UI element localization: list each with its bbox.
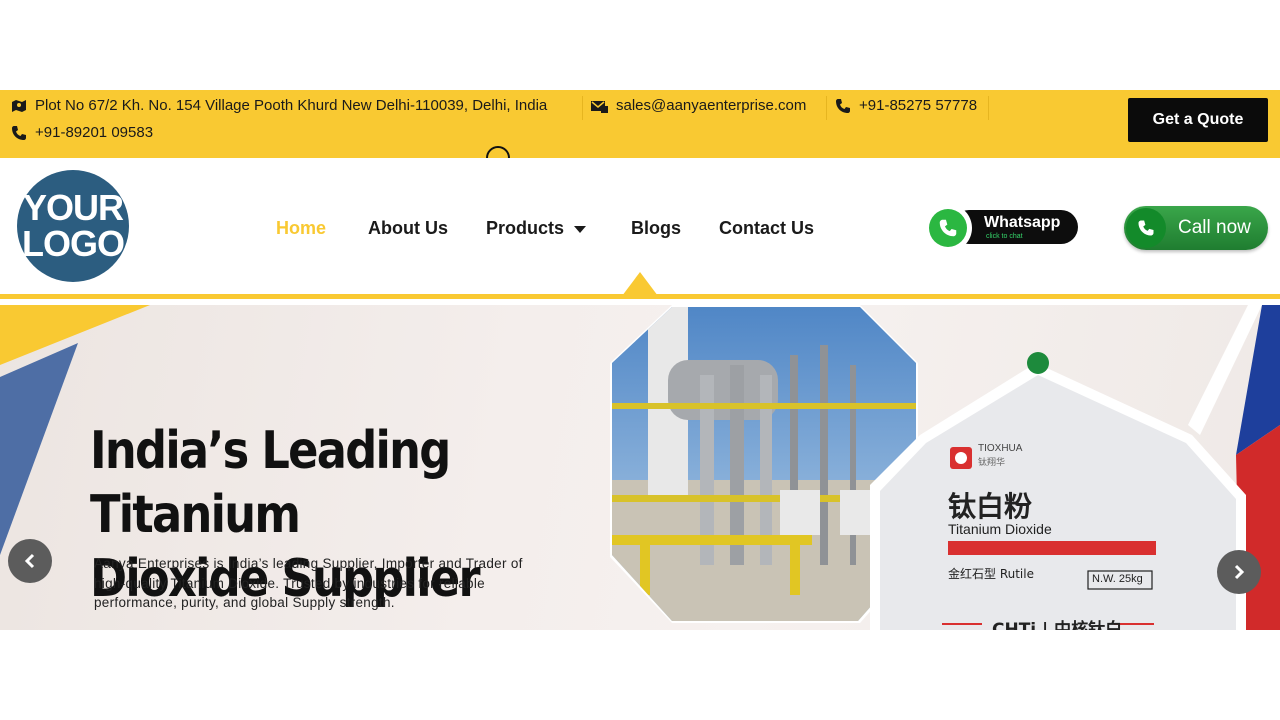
phone-item-2[interactable]: +91-89201 09583 [11, 124, 153, 141]
map-icon [12, 99, 26, 112]
header-notch [622, 272, 658, 296]
call-now-label: Call now [1178, 217, 1251, 238]
header-accent-line [0, 294, 1280, 299]
site-logo[interactable]: YOUR LOGO [17, 170, 129, 282]
bag-brand: TIOXHUA [978, 443, 1023, 454]
phone-item-1[interactable]: +91-85275 57778 [835, 97, 977, 114]
logo-line-2: LOGO [22, 223, 125, 264]
slider-next-button[interactable] [1217, 550, 1261, 594]
chevron-left-icon [24, 553, 35, 569]
whatsapp-label: Whatsapp [984, 214, 1061, 231]
whatsapp-sublabel: click to chat [986, 233, 1023, 240]
email-link[interactable]: sales@aanyaenterprise.com [616, 97, 806, 114]
divider [826, 96, 827, 120]
chevron-down-icon [574, 225, 587, 233]
chevron-right-icon [1234, 564, 1245, 580]
phone-link-1[interactable]: +91-85275 57778 [859, 97, 977, 114]
get-a-quote-button[interactable]: Get a Quote [1128, 98, 1268, 142]
divider [988, 96, 989, 120]
address-text: Plot No 67/2 Kh. No. 154 Village Pooth K… [35, 97, 548, 114]
nav-item-blogs[interactable]: Blogs [631, 218, 681, 239]
email-item[interactable]: sales@aanyaenterprise.com [591, 97, 806, 114]
hero-title-line-1: India’s Leading Titanium [90, 421, 451, 545]
hero-description: Aanya Enterprises is India’s leading Sup… [94, 556, 523, 610]
logo-line-1: YOUR [22, 187, 124, 228]
hero-slider: TIOXHUA 钛翔华 钛白粉 Titanium Dioxide 金红石型 Ru… [0, 305, 1280, 630]
nav-item-products-label: Products [486, 218, 565, 238]
divider [582, 96, 583, 120]
bag-maker: CHTi | 中核钛白 [992, 620, 1123, 630]
nav-item-contact-us[interactable]: Contact Us [719, 218, 814, 239]
nav-item-home[interactable]: Home [276, 218, 326, 239]
whatsapp-icon [929, 209, 967, 247]
bag-grade: 金红石型 Rutile [948, 567, 1034, 581]
call-now-button[interactable]: Call now [1124, 206, 1268, 250]
email-icon [591, 100, 608, 113]
nav-item-about-us[interactable]: About Us [368, 218, 448, 239]
bag-title-en: Titanium Dioxide [948, 521, 1052, 537]
whatsapp-icon-frame [924, 204, 972, 252]
bag-weight: N.W. 25kg [1092, 573, 1143, 585]
bag-brand-cn: 钛翔华 [978, 457, 1006, 467]
bag-title-cn: 钛白粉 [948, 490, 1033, 523]
phone-icon [12, 125, 26, 140]
nav-item-products[interactable]: Products [486, 218, 587, 239]
phone-link-2[interactable]: +91-89201 09583 [35, 124, 153, 141]
phone-icon [836, 98, 850, 113]
address-item: Plot No 67/2 Kh. No. 154 Village Pooth K… [11, 97, 547, 114]
slider-prev-button[interactable] [8, 539, 52, 583]
phone-icon [1126, 208, 1166, 248]
whatsapp-button[interactable]: Whatsapp click to chat [924, 204, 1078, 252]
